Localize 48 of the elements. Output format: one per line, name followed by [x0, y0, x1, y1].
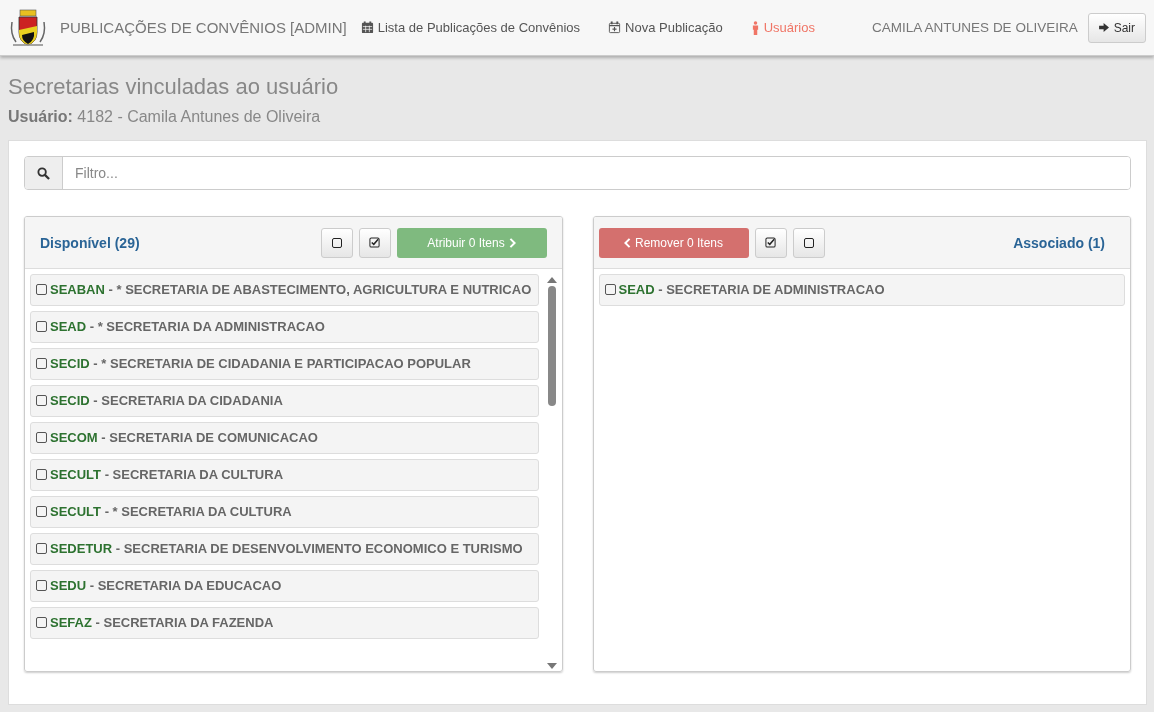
person-icon	[750, 20, 760, 35]
checked-box-icon	[369, 237, 380, 248]
checkbox[interactable]	[604, 284, 616, 295]
checkbox[interactable]	[36, 469, 47, 480]
list-item[interactable]: SECULT - SECRETARIA DA CULTURA	[30, 459, 539, 491]
list-item[interactable]: SECULT - * SECRETARIA DA CULTURA	[30, 496, 539, 528]
deselect-all-button[interactable]	[792, 227, 825, 258]
chevron-left-icon	[623, 237, 631, 248]
app-title: PUBLICAÇÕES DE CONVÊNIOS [ADMIN]	[60, 19, 347, 36]
checkbox[interactable]	[36, 543, 47, 554]
list-item[interactable]: SEDETUR - SECRETARIA DE DESENVOLVIMENTO ECONOMICO E TURISMO	[30, 533, 539, 565]
user-info: Usuário: 4182 - Camila Antunes de Oliveira	[8, 108, 322, 126]
calendar-plus-icon	[608, 21, 622, 34]
list-item[interactable]: SECID - * SECRETARIA DE CIDADANIA E PARTICIPACAO POPULAR	[30, 348, 539, 380]
nav-link[interactable]: Lista de Publicações de Convênios	[360, 20, 581, 35]
checkbox[interactable]	[36, 358, 47, 369]
remove-button[interactable]: Remover 0 Itens	[598, 227, 749, 258]
list-item[interactable]: SEFAZ - SECRETARIA DA FAZENDA	[30, 607, 539, 639]
logout-icon	[1098, 23, 1110, 32]
panel-title: Associado (1)	[1013, 234, 1105, 251]
user-name: CAMILA ANTUNES DE OLIVEIRA	[872, 20, 1078, 35]
logout-button[interactable]: Sair	[1087, 12, 1146, 43]
deselect-all-button[interactable]	[320, 227, 353, 258]
select-all-button[interactable]	[754, 227, 787, 258]
search-icon	[37, 166, 50, 180]
list-item[interactable]: SEAD - * SECRETARIA DA ADMINISTRACAO	[30, 311, 539, 343]
list-item[interactable]: SEDU - SECRETARIA DA EDUCACAO	[30, 570, 539, 602]
panel-title: Disponível (29)	[40, 234, 140, 251]
checkbox[interactable]	[36, 580, 47, 591]
filter-field[interactable]: Filtro...	[24, 156, 1131, 190]
checkbox[interactable]	[36, 284, 47, 295]
checkbox[interactable]	[36, 321, 47, 332]
nav-link[interactable]: Nova Publicação	[608, 20, 723, 35]
calendar-icon	[360, 21, 374, 34]
checkbox[interactable]	[36, 395, 47, 406]
chevron-right-icon	[508, 237, 516, 248]
list-item[interactable]: SECID - SECRETARIA DA CIDADANIA	[30, 385, 539, 417]
checkbox[interactable]	[36, 617, 47, 628]
coat-of-arms-logo	[8, 7, 48, 48]
checkbox[interactable]	[36, 506, 47, 517]
list-item[interactable]: SEABAN - * SECRETARIA DE ABASTECIMENTO, AGRICULTURA E NUTRICAO	[30, 274, 539, 306]
list-item[interactable]: SEAD - SECRETARIA DE ADMINISTRACAO	[598, 274, 1125, 306]
select-all-button[interactable]	[358, 227, 391, 258]
checkbox[interactable]	[36, 432, 47, 443]
nav-link[interactable]: Usuários	[750, 20, 815, 35]
checked-box-icon	[765, 237, 776, 248]
page-title: Secretarias vinculadas ao usuário	[8, 74, 340, 100]
list-item[interactable]: SECOM - SECRETARIA DE COMUNICACAO	[30, 422, 539, 454]
